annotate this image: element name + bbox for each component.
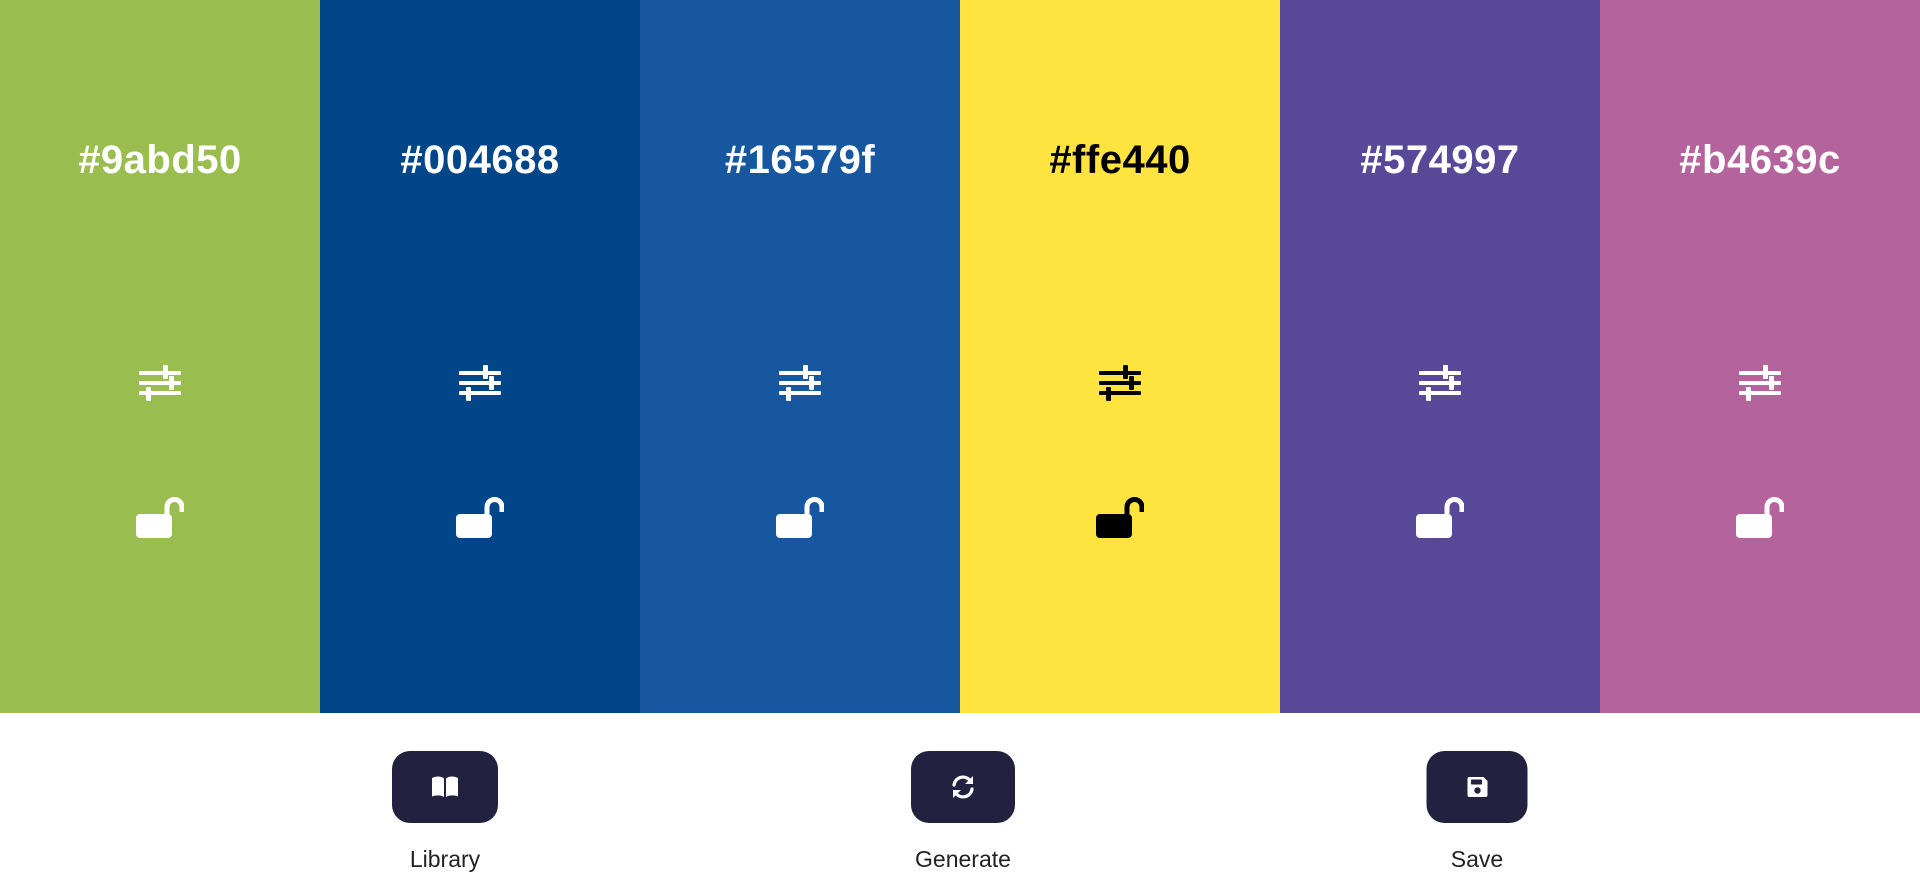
refresh-icon: [952, 775, 974, 799]
sliders-icon: [1099, 365, 1141, 401]
sliders-icon: [1739, 365, 1781, 401]
sliders-icon: [1419, 365, 1461, 401]
unlock-icon: [456, 497, 504, 538]
lock-toggle-button[interactable]: [1415, 494, 1465, 540]
book-icon: [432, 776, 458, 797]
unlock-icon: [1416, 497, 1464, 538]
generate-tool: Generate: [911, 751, 1015, 873]
unlock-icon: [1096, 497, 1144, 538]
bottom-toolbar: Library Generate Save: [0, 713, 1920, 892]
library-tool: Library: [392, 751, 498, 873]
hex-code[interactable]: #9abd50: [0, 138, 320, 183]
library-label: Library: [409, 846, 481, 872]
adjust-button[interactable]: [1738, 363, 1782, 403]
lock-toggle-button[interactable]: [455, 494, 505, 540]
generate-button[interactable]: [911, 751, 1015, 823]
generate-label: Generate: [915, 846, 1011, 872]
hex-code[interactable]: #574997: [1280, 138, 1600, 183]
color-swatch-6[interactable]: #b4639c: [1600, 0, 1920, 713]
library-button[interactable]: [392, 751, 498, 823]
adjust-button[interactable]: [1418, 363, 1462, 403]
save-button[interactable]: [1426, 751, 1528, 823]
hex-code[interactable]: #ffe440: [960, 138, 1280, 183]
hex-code[interactable]: #004688: [320, 138, 640, 183]
unlock-icon: [776, 497, 824, 538]
save-tool: Save: [1426, 751, 1528, 873]
unlock-icon: [136, 497, 184, 538]
color-swatch-5[interactable]: #574997: [1280, 0, 1600, 713]
color-swatch-2[interactable]: #004688: [320, 0, 640, 713]
lock-toggle-button[interactable]: [135, 494, 185, 540]
sliders-icon: [139, 365, 181, 401]
adjust-button[interactable]: [458, 363, 502, 403]
lock-toggle-button[interactable]: [1735, 494, 1785, 540]
color-swatch-1[interactable]: #9abd50: [0, 0, 320, 713]
adjust-button[interactable]: [138, 363, 182, 403]
color-swatch-3[interactable]: #16579f: [640, 0, 960, 713]
lock-toggle-button[interactable]: [1095, 494, 1145, 540]
hex-code[interactable]: #b4639c: [1600, 138, 1920, 183]
sliders-icon: [779, 365, 821, 401]
color-palette: #9abd50 #004688 #16579f #ffe440 #574997 …: [0, 0, 1920, 713]
color-swatch-4[interactable]: #ffe440: [960, 0, 1280, 713]
lock-toggle-button[interactable]: [775, 494, 825, 540]
sliders-icon: [459, 365, 501, 401]
save-label: Save: [1450, 846, 1504, 872]
save-icon: [1466, 777, 1487, 797]
hex-code[interactable]: #16579f: [640, 138, 960, 183]
adjust-button[interactable]: [778, 363, 822, 403]
unlock-icon: [1736, 497, 1784, 538]
adjust-button[interactable]: [1098, 363, 1142, 403]
